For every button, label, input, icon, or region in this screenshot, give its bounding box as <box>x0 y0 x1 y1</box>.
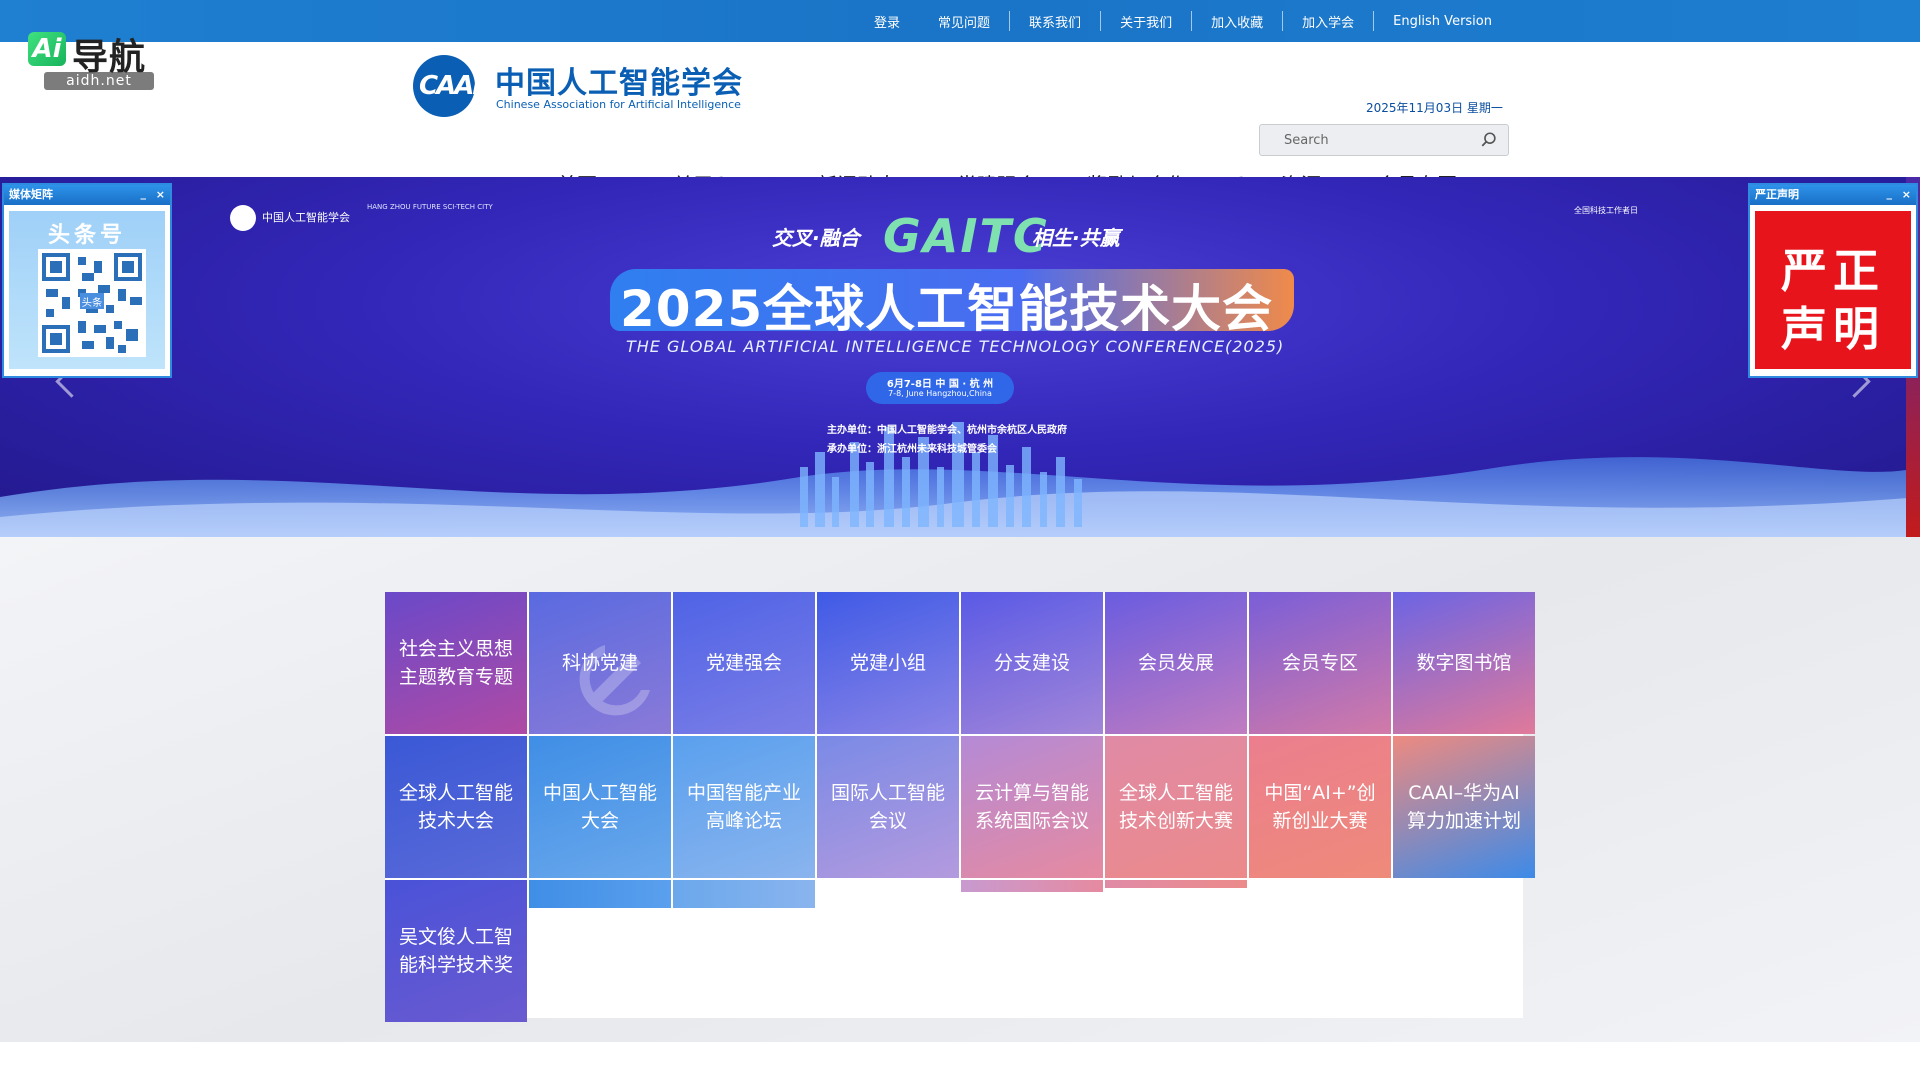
banner-host: 主办单位：中国人工智能学会、杭州市余杭区人民政府 <box>827 425 1067 436</box>
close-icon[interactable]: × <box>156 185 165 205</box>
banner-subtitle: THE GLOBAL ARTIFICIAL INTELLIGENCE TECHN… <box>626 337 1285 356</box>
tile-member-development[interactable]: 会员发展 <box>1105 592 1247 734</box>
aidh-ai-badge: Ai <box>28 32 66 66</box>
statement-widget: 严正声明 _ × 严正 声明 <box>1748 183 1918 378</box>
tile-fragment <box>673 880 815 908</box>
tile-huawei-compute-plan[interactable]: CAAI–华为AI 算力加速计划 <box>1393 736 1535 878</box>
aidh-watermark: Ai 导航 aidh.net <box>28 28 158 92</box>
tile-ai-plus-competition[interactable]: 中国“AI+”创 新创业大赛 <box>1249 736 1391 878</box>
tile-digital-library[interactable]: 数字图书馆 <box>1393 592 1535 734</box>
banner-slogan-left: 交叉·融合 <box>772 226 860 250</box>
banner-date-en: 7-8, June Hangzhou,China <box>888 389 992 398</box>
banner-caai-logo: 中国人工智能学会 <box>230 205 350 231</box>
banner-date-pill: 6月7-8日 中 国 · 杭 州 7-8, June Hangzhou,Chin… <box>866 372 1014 404</box>
media-matrix-title: 媒体矩阵 <box>9 188 53 201</box>
logo-title-en: Chinese Association for Artificial Intel… <box>496 98 741 111</box>
banner-gaitc-brand: GAITC <box>883 209 1049 263</box>
tile-party-strengthen[interactable]: 党建强会 <box>673 592 815 734</box>
top-bar: 登录 常见问题 联系我们 关于我们 加入收藏 加入学会 English Vers… <box>0 0 1920 42</box>
about-us-link[interactable]: 关于我们 <box>1101 12 1191 31</box>
tile-wu-wenjun-award[interactable]: 吴文俊人工智 能科学技术奖 <box>385 880 527 1022</box>
join-link[interactable]: 加入学会 <box>1283 12 1373 31</box>
hero-banner[interactable]: 中国人工智能学会 HANG ZHOU FUTURE SCI-TECH CITY … <box>0 177 1920 537</box>
top-links: 登录 常见问题 联系我们 关于我们 加入收藏 加入学会 English Vers… <box>855 0 1511 42</box>
contact-link[interactable]: 联系我们 <box>1010 12 1100 31</box>
english-version-link[interactable]: English Version <box>1374 14 1511 29</box>
tile-cloud-computing-conference[interactable]: 云计算与智能 系统国际会议 <box>961 736 1103 878</box>
caai-logo-icon: CAAI <box>413 55 482 117</box>
search-icon[interactable] <box>1480 131 1498 149</box>
banner-slogan-right: 相生·共赢 <box>1032 226 1120 250</box>
statement-title: 严正声明 <box>1755 188 1799 201</box>
tile-member-zone[interactable]: 会员专区 <box>1249 592 1391 734</box>
tile-party-building-cast[interactable]: 科协党建 <box>529 592 671 734</box>
tile-party-group[interactable]: 党建小组 <box>817 592 959 734</box>
banner-futurecity-logo: HANG ZHOU FUTURE SCI-TECH CITY <box>367 203 493 211</box>
tile-thought-education[interactable]: 社会主义思想 主题教育专题 <box>385 592 527 734</box>
tile-fragment <box>961 880 1103 892</box>
quick-links-grid: 社会主义思想 主题教育专题 科协党建 党建强会 党建小组 分支建设 会员发展 会员… <box>385 592 1535 1022</box>
statement-line-1: 严正 <box>1781 244 1885 298</box>
banner-organizer: 承办单位：浙江杭州未来科技城管委会 <box>827 444 997 455</box>
login-link[interactable]: 登录 <box>855 12 919 31</box>
current-date: 2025年11月03日 星期一 <box>1366 101 1503 115</box>
svg-text:头条: 头条 <box>82 296 103 309</box>
tile-industry-summit[interactable]: 中国智能产业 高峰论坛 <box>673 736 815 878</box>
statement-header: 严正声明 _ × <box>1750 185 1916 205</box>
page-bottom <box>0 1042 1920 1079</box>
logo-title-cn: 中国人工智能学会 <box>495 66 743 101</box>
minimize-icon[interactable]: _ <box>141 184 147 204</box>
faq-link[interactable]: 常见问题 <box>919 12 1009 31</box>
qr-code-icon: 头条 <box>38 249 146 357</box>
media-matrix-widget: 媒体矩阵 _ × 头条号 头条 <box>2 183 172 378</box>
media-matrix-header: 媒体矩阵 _ × <box>4 185 170 205</box>
tile-branch-building[interactable]: 分支建设 <box>961 592 1103 734</box>
statement-card[interactable]: 严正 声明 <box>1755 211 1911 369</box>
banner-title: 2025全球人工智能技术大会 <box>620 280 1274 338</box>
toutiao-title: 头条号 <box>47 223 126 248</box>
tile-international-conference[interactable]: 国际人工智能 会议 <box>817 736 959 878</box>
caai-logo-icon <box>230 205 256 231</box>
aidh-domain: aidh.net <box>44 72 154 90</box>
banner-techworker-logo: 全国科技工作者日 <box>1574 206 1638 215</box>
site-header: CAAI 中国人工智能学会 Chinese Association for Ar… <box>0 42 1920 219</box>
bookmark-link[interactable]: 加入收藏 <box>1192 12 1282 31</box>
minimize-icon[interactable]: _ <box>1887 184 1893 204</box>
tile-fragment <box>1105 880 1247 888</box>
toutiao-qr-card[interactable]: 头条号 头条 <box>9 211 165 369</box>
statement-line-2: 声明 <box>1781 302 1885 356</box>
site-logo[interactable]: CAAI 中国人工智能学会 Chinese Association for Ar… <box>413 55 742 119</box>
close-icon[interactable]: × <box>1902 185 1911 205</box>
tile-ccai[interactable]: 中国人工智能 大会 <box>529 736 671 878</box>
tile-fragment <box>529 880 671 908</box>
tile-gaitc[interactable]: 全球人工智能 技术大会 <box>385 736 527 878</box>
banner-date-cn: 6月7-8日 中 国 · 杭 州 <box>886 379 994 390</box>
search-input[interactable] <box>1270 125 1470 155</box>
tile-innovation-competition[interactable]: 全球人工智能 技术创新大赛 <box>1105 736 1247 878</box>
search-box <box>1259 124 1509 156</box>
